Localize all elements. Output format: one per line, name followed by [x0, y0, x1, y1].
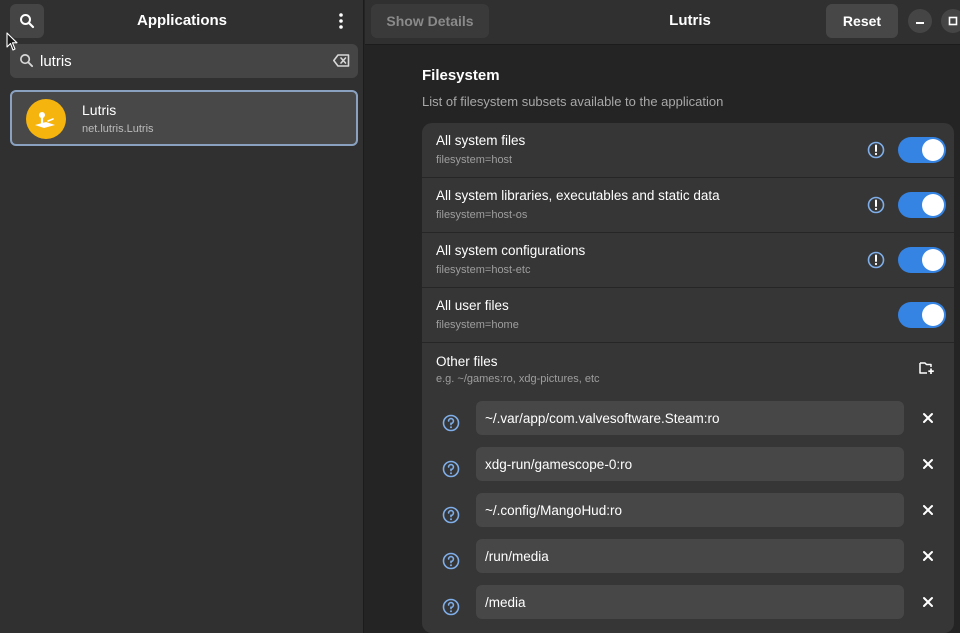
path-entry[interactable] — [476, 539, 904, 573]
close-icon[interactable] — [922, 458, 934, 470]
path-entry-row — [422, 539, 954, 585]
toggle-knob — [922, 139, 944, 161]
backspace-clear-icon[interactable] — [333, 54, 350, 67]
maximize-icon — [948, 16, 958, 26]
help-icon[interactable] — [442, 460, 460, 478]
fs-row-subtitle: filesystem=home — [436, 319, 519, 331]
kebab-menu-icon — [339, 13, 343, 29]
close-icon[interactable] — [922, 550, 934, 562]
main-menu-button[interactable] — [324, 4, 358, 38]
other-files-row: Other files e.g. ~/games:ro, xdg-picture… — [422, 343, 954, 393]
fs-row-subtitle: filesystem=host-os — [436, 209, 528, 221]
toggle-knob — [922, 249, 944, 271]
help-icon[interactable] — [442, 598, 460, 616]
fs-row-label: All system files — [436, 133, 526, 148]
sidebar-header: Applications — [0, 0, 364, 42]
help-icon[interactable] — [442, 414, 460, 432]
fs-row-host: All system files filesystem=host — [422, 123, 954, 178]
filesystem-card: All system files filesystem=host All sys… — [422, 123, 954, 633]
help-icon[interactable] — [442, 506, 460, 524]
other-files-label: Other files — [436, 354, 498, 369]
content-header: Show Details Lutris Reset — [365, 0, 960, 45]
path-entry-row — [422, 447, 954, 493]
fs-row-label: All user files — [436, 298, 509, 313]
toggle-switch[interactable] — [898, 247, 946, 273]
search-icon — [20, 54, 34, 68]
show-details-button[interactable]: Show Details — [371, 4, 489, 38]
fs-row-home: All user files filesystem=home — [422, 288, 954, 343]
lutris-app-icon — [26, 99, 66, 139]
sidebar-title: Applications — [136, 12, 227, 29]
path-entry[interactable] — [476, 447, 904, 481]
fs-row-label: All system configurations — [436, 243, 586, 258]
warning-icon[interactable] — [867, 196, 885, 214]
fs-row-label: All system libraries, executables and st… — [436, 188, 720, 203]
folder-add-icon[interactable] — [919, 361, 935, 375]
path-entry-row — [422, 493, 954, 539]
minimize-button[interactable] — [908, 9, 932, 33]
help-icon[interactable] — [442, 552, 460, 570]
warning-icon[interactable] — [867, 141, 885, 159]
maximize-button[interactable] — [941, 9, 960, 33]
mouse-pointer-icon — [6, 32, 18, 51]
fs-row-host-os: All system libraries, executables and st… — [422, 178, 954, 233]
reset-button[interactable]: Reset — [826, 4, 898, 38]
search-bar — [10, 44, 358, 78]
toggle-switch[interactable] — [898, 302, 946, 328]
fs-row-subtitle: filesystem=host — [436, 154, 513, 166]
fs-row-subtitle: filesystem=host-etc — [436, 264, 531, 276]
path-entry[interactable] — [476, 585, 904, 619]
app-name: Lutris — [82, 102, 117, 118]
fs-row-host-etc: All system configurations filesystem=hos… — [422, 233, 954, 288]
path-entry[interactable] — [476, 493, 904, 527]
path-entry-row — [422, 401, 954, 447]
section-title: Filesystem — [422, 67, 500, 84]
app-id: net.lutris.Lutris — [82, 123, 154, 135]
page-title: Lutris — [669, 12, 711, 29]
close-icon[interactable] — [922, 504, 934, 516]
toggle-switch[interactable] — [898, 192, 946, 218]
toggle-knob — [922, 304, 944, 326]
toggle-knob — [922, 194, 944, 216]
close-icon[interactable] — [922, 412, 934, 424]
content-pane: Show Details Lutris Reset Filesystem Lis… — [365, 0, 960, 633]
search-input[interactable] — [40, 44, 330, 78]
toggle-switch[interactable] — [898, 137, 946, 163]
other-files-hint: e.g. ~/games:ro, xdg-pictures, etc — [436, 373, 600, 385]
minimize-icon — [916, 22, 924, 24]
path-entry[interactable] — [476, 401, 904, 435]
close-icon[interactable] — [922, 596, 934, 608]
section-subtitle: List of filesystem subsets available to … — [422, 94, 724, 109]
warning-icon[interactable] — [867, 251, 885, 269]
path-entry-row — [422, 585, 954, 631]
sidebar: Applications lutris Lutris net.lutris.Lu… — [0, 0, 364, 633]
app-list-item-lutris[interactable]: Lutris net.lutris.Lutris — [10, 90, 358, 146]
